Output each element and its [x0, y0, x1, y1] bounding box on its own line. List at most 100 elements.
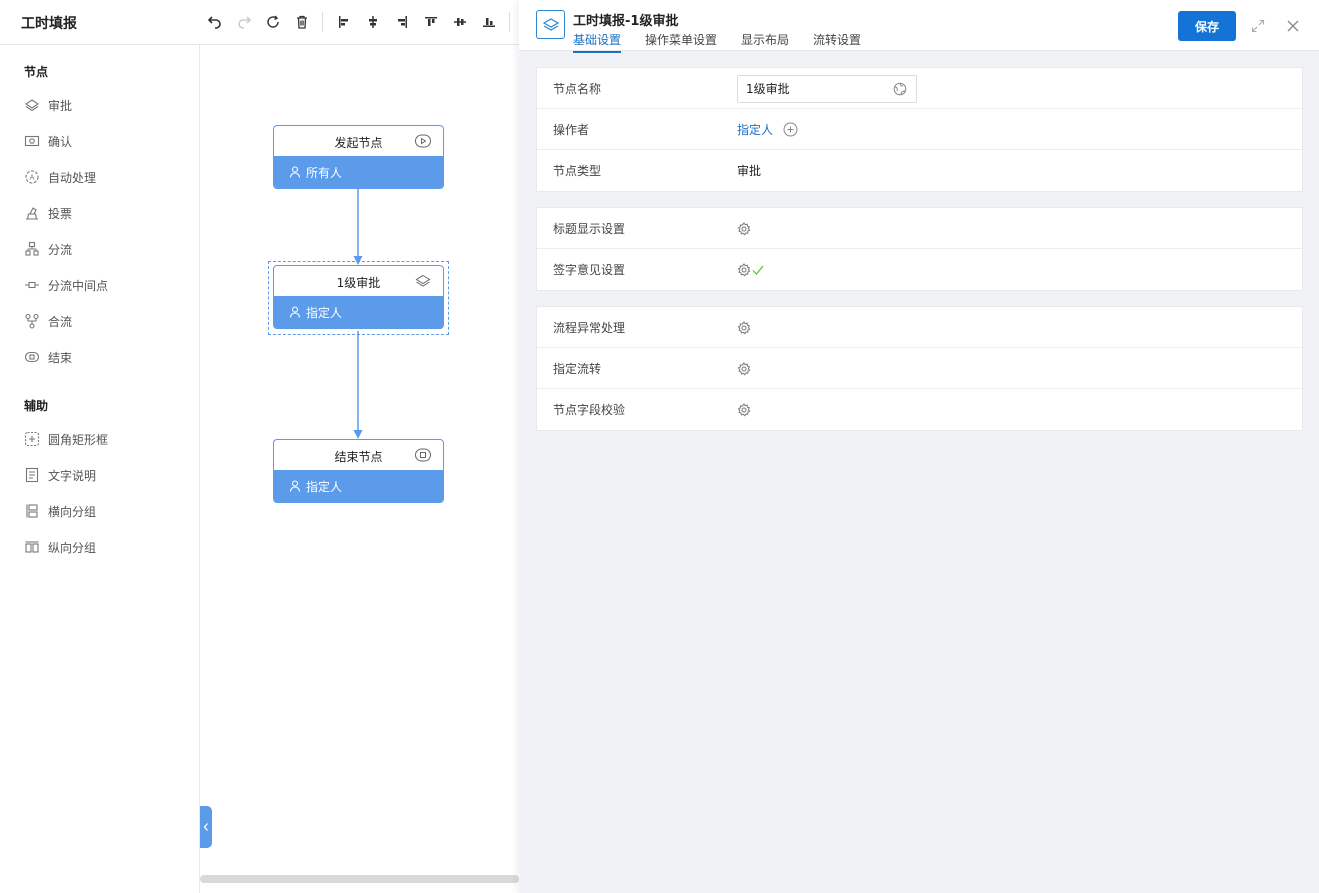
flow-editor: 工时填报 节点 审批 确认 A 自动处理 投票 分流 分流中间点 合流 结束 辅…	[0, 0, 519, 893]
add-circle-icon[interactable]	[783, 122, 798, 137]
panel-title: 工时填报-1级审批	[573, 14, 679, 29]
node-header: 结束节点	[274, 440, 443, 471]
rounded-rect-icon	[24, 431, 40, 447]
node-type-value: 审批	[737, 164, 762, 178]
operator-link[interactable]: 指定人	[737, 121, 773, 138]
node-operator-label: 指定人	[306, 479, 343, 494]
horizontal-scrollbar[interactable]	[200, 875, 519, 883]
field-validation-value	[737, 389, 751, 430]
end-icon	[415, 448, 431, 462]
globe-icon[interactable]	[893, 82, 907, 96]
undo-button[interactable]	[200, 8, 229, 36]
tab-flow-settings[interactable]: 流转设置	[813, 31, 861, 53]
redo-icon	[237, 16, 251, 29]
node-operator: 指定人	[274, 470, 443, 502]
palette-item-label: 圆角矩形框	[48, 432, 109, 447]
advanced-settings-card: 流程异常处理 指定流转 节点字段校验	[536, 306, 1303, 431]
vertical-group-icon	[25, 541, 39, 553]
align-center-button[interactable]	[358, 8, 387, 36]
row-exception-handling: 流程异常处理	[537, 307, 1302, 348]
editor-toolbar	[200, 8, 516, 36]
palette-item-end[interactable]: 结束	[24, 348, 72, 366]
align-center-icon	[368, 16, 377, 28]
layers-icon	[536, 10, 565, 39]
palette-item-merge[interactable]: 合流	[24, 312, 72, 330]
flow-canvas[interactable]: 发起节点 所有人 1级审批 指定人 结束节点 指定人	[200, 45, 519, 893]
row-title-display: 标题显示设置	[537, 208, 1302, 249]
palette-item-vote[interactable]: 投票	[24, 204, 72, 222]
align-left-icon	[338, 16, 348, 28]
tab-display-layout[interactable]: 显示布局	[741, 31, 789, 53]
palette-section-aux: 辅助	[24, 399, 49, 413]
operator-value-cell: 指定人	[737, 109, 798, 150]
gear-icon[interactable]	[737, 221, 751, 236]
palette-section-nodes: 节点	[24, 65, 49, 79]
palette-item-label: 文字说明	[48, 468, 97, 483]
display-settings-card: 标题显示设置 签字意见设置	[536, 207, 1303, 291]
app-title: 工时填报	[21, 16, 77, 32]
approve-icon	[415, 274, 431, 287]
align-bottom-icon	[482, 18, 495, 27]
align-left-button[interactable]	[329, 8, 358, 36]
trash-icon	[296, 15, 307, 29]
palette-item-horizontal-group[interactable]: 横向分组	[24, 502, 96, 520]
palette-item-confirm[interactable]: 确认	[24, 132, 72, 150]
text-note-icon	[25, 467, 39, 483]
undo-icon	[207, 16, 221, 29]
align-bottom-button[interactable]	[474, 8, 503, 36]
gear-icon[interactable]	[737, 320, 751, 335]
row-field-validation: 节点字段校验	[537, 389, 1302, 430]
gear-icon[interactable]	[737, 262, 751, 277]
exception-handling-label: 流程异常处理	[553, 321, 626, 335]
align-right-icon	[397, 16, 407, 28]
flow-node-approval[interactable]: 1级审批 指定人	[273, 265, 444, 329]
align-middle-button[interactable]	[445, 8, 474, 36]
palette-item-split-midpoint[interactable]: 分流中间点	[24, 276, 108, 294]
collapse-palette-button[interactable]	[200, 806, 212, 848]
delete-button[interactable]	[287, 8, 316, 36]
basic-settings-card: 节点名称 操作者 指定人 节点类型 审批	[536, 67, 1303, 192]
panel-header: 工时填报-1级审批 基础设置 操作菜单设置 显示布局 流转设置 保存	[519, 0, 1319, 53]
redo-button[interactable]	[229, 8, 258, 36]
node-name-value-cell	[737, 68, 917, 109]
tab-basic-settings[interactable]: 基础设置	[573, 31, 622, 53]
align-top-button[interactable]	[416, 8, 445, 36]
palette-item-split[interactable]: 分流	[24, 240, 72, 258]
auto-process-icon: A	[25, 170, 39, 184]
confirm-icon	[24, 135, 40, 147]
row-operator: 操作者 指定人	[537, 109, 1302, 150]
node-name-input[interactable]	[738, 75, 888, 102]
flow-node-start[interactable]: 发起节点 所有人	[273, 125, 444, 189]
node-operator-label: 指定人	[306, 305, 343, 320]
title-display-value	[737, 208, 751, 249]
palette-item-label: 结束	[48, 350, 73, 365]
gear-icon[interactable]	[737, 402, 751, 417]
node-operator-label: 所有人	[306, 165, 343, 180]
flow-node-end[interactable]: 结束节点 指定人	[273, 439, 444, 503]
gear-icon[interactable]	[737, 361, 751, 376]
align-right-button[interactable]	[387, 8, 416, 36]
align-top-icon	[424, 17, 437, 26]
palette-item-auto-process[interactable]: A 自动处理	[24, 168, 96, 186]
palette-item-text-note[interactable]: 文字说明	[24, 466, 96, 484]
expand-icon[interactable]	[1250, 18, 1266, 34]
vote-icon	[26, 207, 38, 220]
node-palette: 节点 审批 确认 A 自动处理 投票 分流 分流中间点 合流 结束 辅助 圆角矩…	[0, 45, 200, 893]
sign-opinion-value	[737, 249, 764, 290]
editor-topbar: 工时填报	[0, 0, 519, 45]
arrow-head	[353, 430, 363, 439]
palette-item-label: 投票	[48, 206, 73, 221]
palette-item-rounded-rect[interactable]: 圆角矩形框	[24, 430, 108, 448]
horizontal-group-icon	[26, 504, 38, 518]
row-sign-opinion: 签字意见设置	[537, 249, 1302, 290]
close-icon[interactable]	[1285, 18, 1301, 34]
palette-item-approve[interactable]: 审批	[24, 96, 72, 114]
node-operator: 所有人	[274, 156, 443, 188]
tab-action-menu-settings[interactable]: 操作菜单设置	[645, 31, 717, 53]
palette-item-vertical-group[interactable]: 纵向分组	[24, 538, 96, 556]
palette-item-label: 合流	[48, 314, 73, 329]
palette-item-label: 分流中间点	[48, 278, 109, 293]
save-button[interactable]: 保存	[1178, 11, 1236, 41]
refresh-button[interactable]	[258, 8, 287, 36]
panel-tabs: 基础设置 操作菜单设置 显示布局 流转设置	[573, 31, 885, 53]
